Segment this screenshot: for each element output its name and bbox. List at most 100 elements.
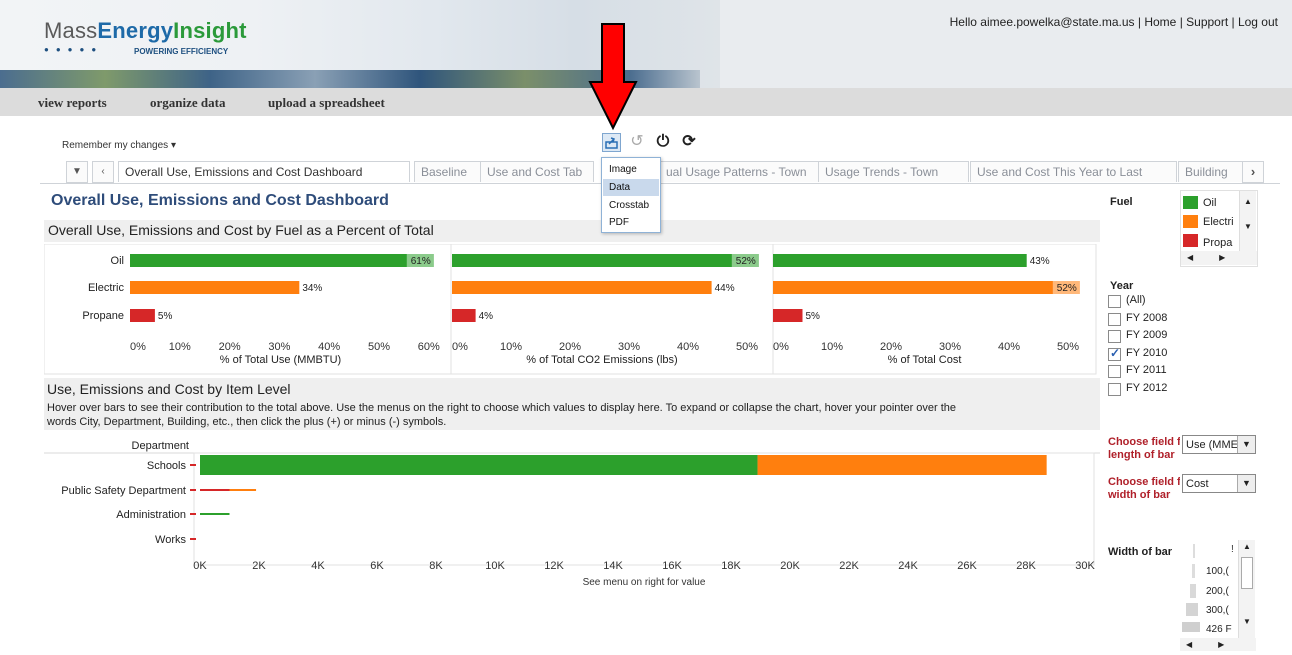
width-swatch-2 xyxy=(1190,584,1196,598)
year-option-label-1[interactable]: FY 2008 xyxy=(1126,312,1167,324)
tab-overall-dashboard[interactable]: Overall Use, Emissions and Cost Dashboar… xyxy=(118,161,410,182)
menu-item-data[interactable]: Data xyxy=(603,179,659,196)
menu-item-pdf[interactable]: PDF xyxy=(603,214,659,231)
logo-tagline: POWERING EFFICIENCY xyxy=(134,47,229,56)
scroll-up-icon[interactable]: ▲ xyxy=(1239,542,1255,551)
power-icon[interactable]: ⏻ xyxy=(654,133,672,151)
scroll-left-icon[interactable]: ◀ xyxy=(1186,640,1192,649)
fuel-filter-label: Fuel xyxy=(1110,196,1133,208)
xlabel-0: % of Total Use (MMBTU) xyxy=(220,354,341,366)
item-tick-6: 12K xyxy=(544,560,564,572)
item-tick-12: 24K xyxy=(898,560,918,572)
tab-use-cost-year[interactable]: Use and Cost This Year to Last xyxy=(970,161,1177,182)
legend-oil[interactable]: Oil xyxy=(1203,197,1237,209)
year-option-label-2[interactable]: FY 2009 xyxy=(1126,329,1167,341)
year-option-label-0[interactable]: (All) xyxy=(1126,294,1146,306)
year-checkbox-3[interactable]: ✓ xyxy=(1108,346,1121,361)
year-filter-list: (All) FY 2008 FY 2009 ✓ FY 2010 FY 2011 FY 201… xyxy=(1108,293,1188,403)
xlabel-1: % of Total CO2 Emissions (lbs) xyxy=(526,354,677,366)
section1-title: Overall Use, Emissions and Cost by Fuel … xyxy=(48,222,434,238)
width-field-label: Choose field f width of bar xyxy=(1108,476,1180,502)
width-legend-hscrollbar[interactable]: ◀ ▶ xyxy=(1180,638,1256,651)
tab-use-and-cost-table[interactable]: Use and Cost Tab xyxy=(480,161,594,182)
nav-upload-spreadsheet[interactable]: upload a spreadsheet xyxy=(268,95,385,111)
legend-oil-swatch xyxy=(1183,196,1198,209)
length-field-label-2: length of bar xyxy=(1108,449,1175,461)
year-checkbox-1[interactable] xyxy=(1108,312,1121,326)
item-bar-2-oil xyxy=(200,513,230,515)
legend-scrollbar[interactable]: ▲ ▼ xyxy=(1239,191,1256,251)
menu-item-image[interactable]: Image xyxy=(603,161,659,178)
dashboard-title: Overall Use, Emissions and Cost Dashboar… xyxy=(51,192,389,209)
tab-scroll-right[interactable]: › xyxy=(1242,161,1264,183)
scroll-down-icon[interactable]: ▼ xyxy=(1239,617,1255,626)
length-field-value: Use (MME xyxy=(1186,439,1238,451)
tick-2-2: 20% xyxy=(880,341,902,353)
scroll-thumb[interactable] xyxy=(1241,557,1253,589)
legend-electric[interactable]: Electri xyxy=(1203,216,1237,228)
dept-label-3: Works xyxy=(155,534,186,546)
data-label-0-oil: 61% xyxy=(411,256,431,267)
width-item-top: ! xyxy=(1231,544,1234,555)
tab-list-dropdown[interactable]: ▼ xyxy=(66,161,88,183)
width-field-value: Cost xyxy=(1186,478,1209,490)
tab-usage-trends-town[interactable]: Usage Trends - Town xyxy=(818,161,969,182)
refresh-icon[interactable]: ⟳ xyxy=(680,133,698,151)
width-swatch-1 xyxy=(1192,564,1195,578)
chevron-down-icon[interactable]: ▼ xyxy=(1237,436,1255,453)
year-checkbox-2[interactable] xyxy=(1108,330,1121,343)
dept-label-1: Public Safety Department xyxy=(61,485,186,497)
item-xlabel: See menu on right for value xyxy=(583,577,706,588)
user-links[interactable]: Hello aimee.powelka@state.ma.us | Home |… xyxy=(950,15,1278,29)
data-label-0-electric: 34% xyxy=(302,283,322,294)
item-tick-3: 6K xyxy=(370,560,384,572)
logo[interactable]: MassEnergyInsight xyxy=(44,18,247,44)
chevron-down-icon[interactable]: ▼ xyxy=(1237,475,1255,492)
item-tick-4: 8K xyxy=(429,560,443,572)
red-arrow-annotation xyxy=(588,23,638,131)
scroll-left-icon[interactable]: ◀ xyxy=(1187,253,1193,262)
scroll-down-icon[interactable]: ▼ xyxy=(1240,222,1256,231)
nav-organize-data[interactable]: organize data xyxy=(150,95,225,111)
bar-0-propane xyxy=(130,309,155,322)
menu-item-crosstab[interactable]: Crosstab xyxy=(603,197,659,214)
legend-propane[interactable]: Propa xyxy=(1203,237,1237,248)
item-bar-0-electric xyxy=(757,455,1047,475)
width-field-select[interactable]: Cost ▼ xyxy=(1182,474,1256,493)
scroll-right-icon[interactable]: ▶ xyxy=(1218,640,1224,649)
data-label-1-oil: 52% xyxy=(736,256,756,267)
item-tick-8: 16K xyxy=(662,560,682,572)
year-option-label-3[interactable]: FY 2010 xyxy=(1126,347,1167,359)
year-checkbox-5[interactable] xyxy=(1108,382,1121,396)
legend-hscrollbar[interactable]: ◀ ▶ xyxy=(1181,251,1257,265)
nav-view-reports[interactable]: view reports xyxy=(38,95,107,111)
revert-icon[interactable]: ↺ xyxy=(628,133,646,151)
data-label-2-electric: 52% xyxy=(1057,283,1077,294)
tab-baseline[interactable]: Baseline xyxy=(414,161,481,182)
year-option-label-4[interactable]: FY 2011 xyxy=(1126,364,1167,376)
width-legend-scrollbar[interactable]: ▲ ▼ xyxy=(1238,540,1255,638)
item-tick-5: 10K xyxy=(485,560,505,572)
bar-0-oil xyxy=(130,254,434,267)
tab-scroll-left[interactable]: ‹ xyxy=(92,161,114,183)
length-field-select[interactable]: Use (MME ▼ xyxy=(1182,435,1256,454)
year-checkbox-0[interactable] xyxy=(1108,295,1121,308)
item-level-chart: Department Schools Public Safety Departmen… xyxy=(44,440,1100,588)
width-swatch-3 xyxy=(1186,603,1198,616)
year-option-label-5[interactable]: FY 2012 xyxy=(1126,382,1167,394)
scroll-up-icon[interactable]: ▲ xyxy=(1240,197,1256,206)
item-tick-0: 0K xyxy=(193,560,207,572)
remember-changes-dropdown[interactable]: Remember my changes ▾ xyxy=(62,140,176,151)
scroll-right-icon[interactable]: ▶ xyxy=(1219,253,1225,262)
item-tick-15: 30K xyxy=(1075,560,1095,572)
export-icon[interactable] xyxy=(602,133,621,152)
tick-1-1: 10% xyxy=(500,341,522,353)
bar-2-propane xyxy=(773,309,803,322)
tab-usage-patterns-town[interactable]: ual Usage Patterns - Town xyxy=(659,161,825,182)
year-checkbox-4[interactable] xyxy=(1108,365,1121,378)
data-label-2-oil: 43% xyxy=(1030,256,1050,267)
logo-part-1: Mass xyxy=(44,18,98,43)
tab-building[interactable]: Building xyxy=(1178,161,1244,182)
dept-label-2: Administration xyxy=(116,509,186,521)
item-tick-1: 2K xyxy=(252,560,266,572)
